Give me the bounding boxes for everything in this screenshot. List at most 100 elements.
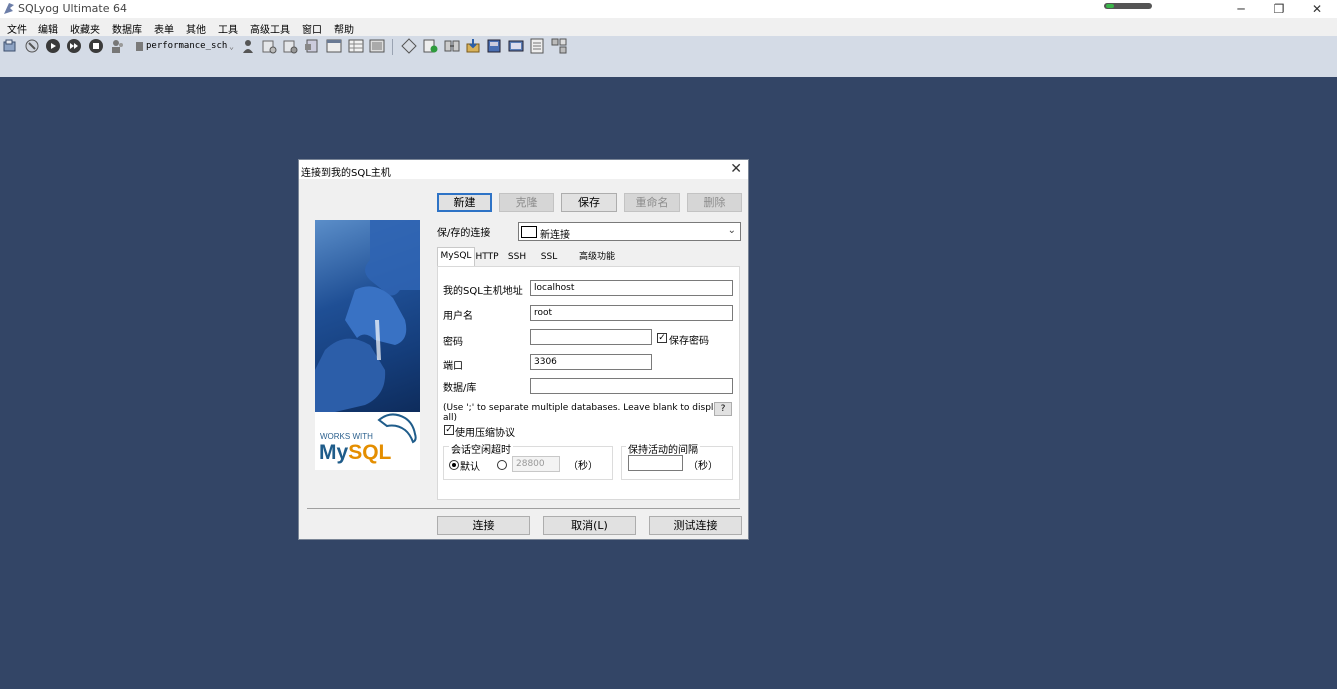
- works-with-mysql-logo: WORKS WITH MySQL: [315, 220, 420, 470]
- tab-http[interactable]: HTTP: [473, 249, 501, 266]
- menu-help[interactable]: 帮助: [334, 21, 354, 36]
- new-button[interactable]: 新建: [437, 193, 492, 212]
- color-swatch: [521, 226, 537, 238]
- user-manager-icon[interactable]: [240, 38, 256, 54]
- grid-view-icon[interactable]: [348, 38, 364, 54]
- import-icon[interactable]: [465, 38, 481, 54]
- saved-connections-select[interactable]: 新连接 ⌄: [518, 222, 741, 241]
- manage-indexes-icon[interactable]: [304, 38, 320, 54]
- execute-all-icon[interactable]: [66, 38, 82, 54]
- alter-table-icon[interactable]: [282, 38, 298, 54]
- menu-edit[interactable]: 编辑: [38, 21, 58, 36]
- backup-icon[interactable]: [486, 38, 502, 54]
- clone-button[interactable]: 克隆: [499, 193, 554, 212]
- disconnect-icon[interactable]: [24, 38, 40, 54]
- restore-button[interactable]: ❐: [1260, 0, 1298, 18]
- compress-protocol-label: 使用压缩协议: [455, 428, 515, 439]
- schema-designer-icon[interactable]: [401, 38, 417, 54]
- chevron-down-icon: ⌄: [727, 225, 736, 236]
- stop-icon[interactable]: [88, 38, 104, 54]
- keepalive-title: 保持活动的间隔: [626, 441, 700, 456]
- database-label: 数据/库: [443, 383, 477, 394]
- database-icon: [136, 42, 143, 51]
- port-field[interactable]: 3306: [530, 354, 652, 370]
- menu-file[interactable]: 文件: [7, 21, 27, 36]
- form-view-icon[interactable]: [369, 38, 385, 54]
- keepalive-field[interactable]: [628, 455, 683, 471]
- mysql-wordmark: MySQL: [319, 441, 392, 464]
- puzzle-image: [315, 220, 420, 412]
- database-hint: (Use ';' to separate multiple databases.…: [443, 403, 725, 423]
- saved-connection-value: 新连接: [540, 230, 570, 241]
- help-button[interactable]: ?: [714, 402, 732, 416]
- connection-dialog: 连接到我的SQL主机 ✕ WORKS WITH MySQL 新建 克隆 保存 重…: [298, 159, 749, 540]
- menu-database[interactable]: 数据库: [112, 21, 142, 36]
- menu-advanced-tools[interactable]: 高级工具: [250, 21, 290, 36]
- database-field[interactable]: [530, 378, 733, 394]
- close-icon[interactable]: ✕: [730, 161, 742, 177]
- tab-ssh[interactable]: SSH: [503, 249, 531, 266]
- puzzle-pieces-icon: [315, 220, 420, 412]
- footer-divider: [307, 508, 740, 509]
- create-table-icon[interactable]: [261, 38, 277, 54]
- table-data-icon[interactable]: [326, 38, 342, 54]
- mysql-tab-panel: 我的SQL主机地址 localhost 用户名 root 密码 ✓ 保存密码 端…: [437, 266, 740, 500]
- session-timeout-title: 会话空闲超时: [449, 441, 513, 456]
- cancel-button[interactable]: 取消(L): [543, 516, 636, 535]
- dialog-title: 连接到我的SQL主机: [301, 168, 391, 179]
- save-password-checkbox[interactable]: ✓: [657, 333, 667, 343]
- toolbar-separator: [392, 39, 393, 55]
- new-connection-icon[interactable]: [2, 38, 18, 54]
- toolbar: performance_sch ⌄: [0, 36, 1337, 77]
- close-window-button[interactable]: ✕: [1298, 0, 1336, 18]
- tab-advanced[interactable]: 高级功能: [573, 249, 621, 266]
- tab-mysql[interactable]: MySQL: [437, 247, 475, 268]
- menu-tools[interactable]: 工具: [218, 21, 238, 36]
- connect-button[interactable]: 连接: [437, 516, 530, 535]
- default-timeout-label: 默认: [460, 462, 480, 473]
- window-title: SQLyog Ultimate 64: [18, 2, 127, 15]
- menu-bar: 文件 编辑 收藏夹 数据库 表单 其他 工具 高级工具 窗口 帮助: [0, 18, 1337, 36]
- menu-favorites[interactable]: 收藏夹: [70, 21, 100, 36]
- dolphin-icon: [377, 413, 417, 444]
- menu-window[interactable]: 窗口: [302, 21, 322, 36]
- schedule-icon[interactable]: [508, 38, 524, 54]
- logo-text-area: WORKS WITH MySQL: [315, 412, 420, 470]
- password-label: 密码: [443, 337, 463, 348]
- rename-button[interactable]: 重命名: [624, 193, 680, 212]
- works-with-text: WORKS WITH: [320, 432, 373, 441]
- dialog-title-bar: 连接到我的SQL主机 ✕: [299, 160, 748, 179]
- username-label: 用户名: [443, 311, 473, 322]
- execute-icon[interactable]: [45, 38, 61, 54]
- dolphin-app-icon: [4, 3, 14, 14]
- schema-sync-icon[interactable]: [551, 38, 567, 54]
- users-icon[interactable]: [110, 38, 126, 54]
- port-label: 端口: [443, 361, 463, 372]
- menu-other[interactable]: 其他: [186, 21, 206, 36]
- database-selector-value: performance_sch: [146, 41, 228, 51]
- data-sync-icon[interactable]: [444, 38, 460, 54]
- menu-table[interactable]: 表单: [154, 21, 174, 36]
- timeout-seconds-field[interactable]: 28800: [512, 456, 560, 472]
- tab-ssl[interactable]: SSL: [535, 249, 563, 266]
- test-connection-button[interactable]: 测试连接: [649, 516, 742, 535]
- notification-icon[interactable]: [529, 38, 545, 54]
- title-bar: SQLyog Ultimate 64 ─ ❐ ✕: [0, 0, 1337, 18]
- delete-button[interactable]: 删除: [687, 193, 742, 212]
- default-timeout-radio[interactable]: [449, 460, 459, 470]
- timeout-seconds-unit: （秒）: [568, 461, 598, 472]
- username-field[interactable]: root: [530, 305, 733, 321]
- host-field[interactable]: localhost: [530, 280, 733, 296]
- keepalive-seconds-unit: （秒）: [688, 461, 718, 472]
- database-selector[interactable]: performance_sch ⌄: [134, 38, 236, 55]
- save-button[interactable]: 保存: [561, 193, 617, 212]
- password-field[interactable]: [530, 329, 652, 345]
- query-builder-icon[interactable]: [422, 38, 438, 54]
- host-label: 我的SQL主机地址: [443, 286, 523, 297]
- minimize-button[interactable]: ─: [1222, 0, 1260, 18]
- custom-timeout-radio[interactable]: [497, 460, 507, 470]
- compress-protocol-checkbox[interactable]: ✓: [444, 425, 454, 435]
- save-password-label: 保存密码: [669, 336, 709, 347]
- chevron-down-icon: ⌄: [229, 42, 234, 51]
- saved-connections-label: 保/存的连接: [437, 228, 491, 239]
